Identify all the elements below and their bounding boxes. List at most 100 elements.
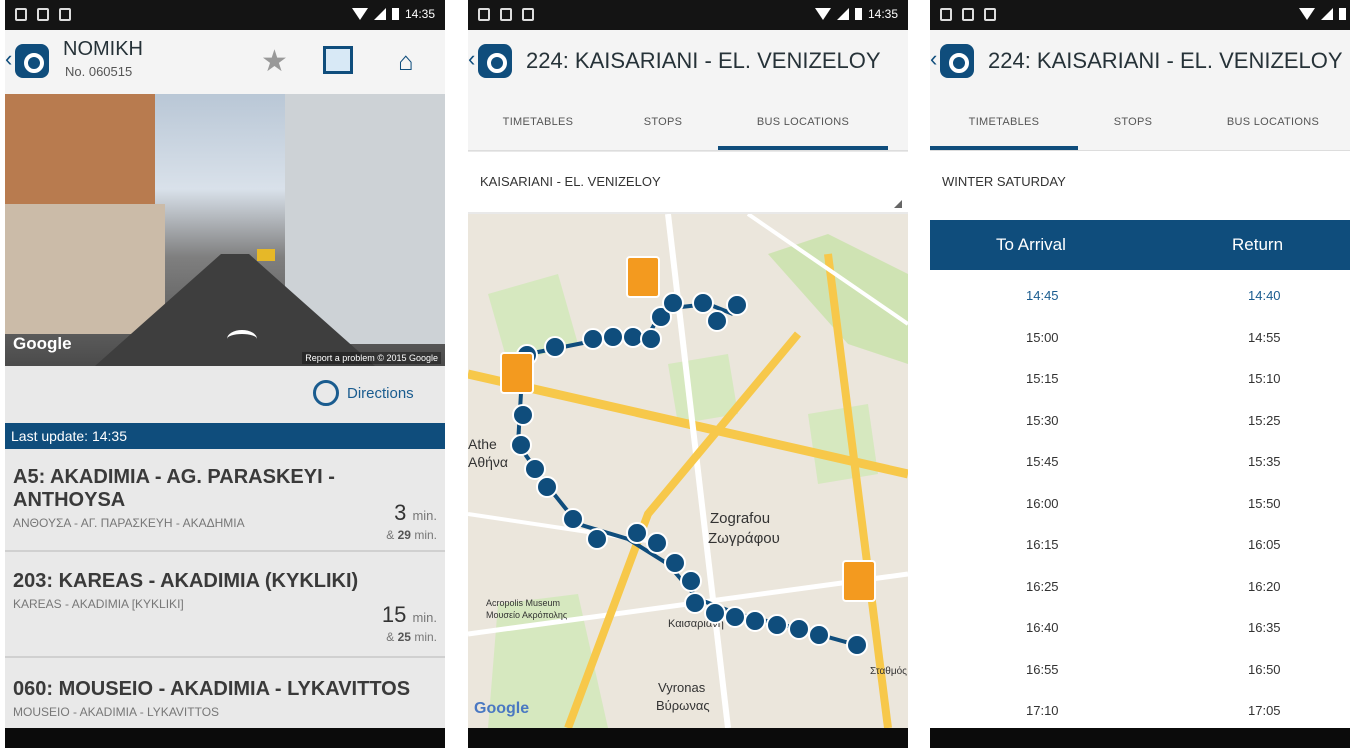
tab-timetables[interactable]: TIMETABLES	[468, 94, 608, 150]
live-bus-marker[interactable]	[626, 256, 660, 298]
timetable-row: 16:25 16:20	[930, 567, 1350, 607]
next-unit: min.	[410, 630, 437, 644]
signal-icon	[836, 8, 849, 20]
map-label-vyronas-greek: Βύρωνας	[656, 698, 710, 713]
direction-select[interactable]: KAISARIANI - EL. VENIZELOY	[468, 152, 908, 212]
bus-stop-marker[interactable]	[846, 634, 868, 656]
bus-stop-marker[interactable]	[704, 602, 726, 624]
arrival-item[interactable]: 203: KAREAS - AKADIMIA (KYKLIKI) KAREAS …	[5, 554, 445, 658]
battery-icon	[391, 8, 399, 20]
bus-stop-marker[interactable]	[724, 606, 746, 628]
bus-stop-marker[interactable]	[582, 328, 604, 350]
bus-stop-marker[interactable]	[680, 570, 702, 592]
return-time: 15:35	[1248, 454, 1281, 469]
direction-value: KAISARIANI - EL. VENIZELOY	[480, 174, 661, 189]
directions-button[interactable]: Directions	[313, 380, 414, 406]
return-time: 15:25	[1248, 412, 1281, 428]
bus-stop-marker[interactable]	[808, 624, 830, 646]
arrival-minutes: 3 min.	[394, 500, 437, 526]
live-bus-marker[interactable]	[500, 352, 534, 394]
arrival-time: 15:00	[1026, 329, 1059, 345]
app-logo[interactable]	[478, 44, 512, 78]
arrival-time: 16:40	[1026, 620, 1059, 635]
tab-stops[interactable]: STOPS	[1078, 94, 1188, 150]
arrival-time: 16:55	[1026, 661, 1059, 677]
stop-number: No. 060515	[65, 64, 133, 79]
bus-stop-marker[interactable]	[662, 292, 684, 314]
arrival-item[interactable]: A5: AKADIMIA - AG. PARASKEYI - ANTHOYSA …	[5, 452, 445, 552]
wifi-icon	[1298, 8, 1315, 20]
app-bar: ‹ 224: KAISARIANI - EL. VENIZELOY	[930, 30, 1350, 95]
back-icon[interactable]: ‹	[5, 46, 12, 72]
header-to-arrival: To Arrival	[996, 235, 1066, 254]
notification-icon	[478, 8, 490, 21]
header-return: Return	[1232, 235, 1284, 254]
bus-stop-marker[interactable]	[646, 532, 668, 554]
timetable-row: 14:45 14:40	[930, 276, 1350, 316]
report-problem-link[interactable]: Report a problem	[305, 353, 375, 363]
directions-label: Directions	[347, 384, 414, 402]
tab-bus-locations[interactable]: BUS LOCATIONS	[1188, 94, 1350, 150]
bus-stop-marker[interactable]	[706, 310, 728, 332]
stop-name: NOMIKH	[63, 38, 143, 60]
home-icon[interactable]: ⌂	[398, 46, 414, 77]
timetable-body: 14:45 14:40 15:00 14:55 15:15 15:10 15:30 15:25…	[930, 270, 1350, 728]
stop-arrivals-screen: 14:35 ‹ NOMIKH No. 060515 ★ ⌂ Google Rep…	[5, 0, 445, 748]
timetable-row: 15:45 15:35	[930, 442, 1350, 482]
map-icon[interactable]	[323, 46, 353, 74]
route-map[interactable]: Athe Αθήνα Zografou Ζωγράφου Acropolis M…	[468, 214, 908, 728]
bus-stop-marker[interactable]	[744, 610, 766, 632]
arrival-minutes: 15 min.	[382, 602, 437, 628]
bus-stop-marker[interactable]	[726, 294, 748, 316]
back-icon[interactable]: ‹	[468, 46, 475, 72]
bus-stop-marker[interactable]	[512, 404, 534, 426]
google-watermark: Google	[13, 334, 72, 353]
last-update-bar: Last update: 14:35	[5, 423, 445, 449]
street-view-nav-arrow-icon[interactable]	[227, 330, 257, 348]
timetable-row: 16:00 15:50	[930, 484, 1350, 524]
system-nav-bar	[468, 728, 908, 748]
bus-stop-marker[interactable]	[684, 592, 706, 614]
notification-icons	[15, 8, 71, 21]
return-time: 15:50	[1248, 495, 1281, 511]
arrival-time: 16:00	[1026, 495, 1059, 511]
arrival-item[interactable]: 060: MOUSEIO - AKADIMIA - LYKAVITTOS MOU…	[5, 660, 445, 730]
route-name: A5: AKADIMIA - AG. PARASKEYI - ANTHOYSA	[13, 466, 335, 511]
bus-stop-marker[interactable]	[640, 328, 662, 350]
app-logo[interactable]	[15, 44, 49, 78]
schedule-select[interactable]: WINTER SATURDAY	[930, 152, 1350, 212]
timetable-row: 17:10 17:05	[930, 691, 1350, 728]
bus-stop-marker[interactable]	[544, 336, 566, 358]
tab-stops[interactable]: STOPS	[608, 94, 718, 150]
bus-stop-marker[interactable]	[586, 528, 608, 550]
app-logo[interactable]	[940, 44, 974, 78]
map-label-athens: Athe	[468, 436, 497, 452]
map-label-athens-greek: Αθήνα	[468, 454, 509, 470]
tab-bus-locations[interactable]: BUS LOCATIONS	[718, 94, 888, 150]
favorite-star-icon[interactable]: ★	[261, 44, 288, 79]
bus-stop-marker[interactable]	[562, 508, 584, 530]
bus-stop-marker[interactable]	[602, 326, 624, 348]
bus-stop-marker[interactable]	[766, 614, 788, 636]
street-view-legal[interactable]: Report a problem © 2015 Google	[302, 352, 441, 364]
arrival-time: 14:45	[1026, 288, 1059, 303]
bus-stop-marker[interactable]	[510, 434, 532, 456]
minutes-unit: min.	[412, 508, 437, 523]
live-bus-marker[interactable]	[842, 560, 876, 602]
next-arrival: & 25 min.	[386, 630, 437, 644]
street-view-building	[5, 204, 165, 334]
bus-stop-marker[interactable]	[788, 618, 810, 640]
street-view-building	[285, 94, 445, 344]
bus-stop-marker[interactable]	[664, 552, 686, 574]
bus-stop-marker[interactable]	[626, 522, 648, 544]
minutes-unit: min.	[412, 610, 437, 625]
minutes-value: 15	[381, 602, 407, 627]
tab-timetables[interactable]: TIMETABLES	[930, 94, 1078, 150]
signal-icon	[373, 8, 386, 20]
bus-stop-marker[interactable]	[536, 476, 558, 498]
back-icon[interactable]: ‹	[930, 46, 937, 72]
street-view[interactable]: Google Report a problem © 2015 Google	[5, 94, 445, 366]
timetable-header: To Arrival Return	[930, 220, 1350, 270]
map-label-zografou-greek: Ζωγράφου	[708, 530, 780, 547]
next-unit: min.	[410, 528, 437, 542]
